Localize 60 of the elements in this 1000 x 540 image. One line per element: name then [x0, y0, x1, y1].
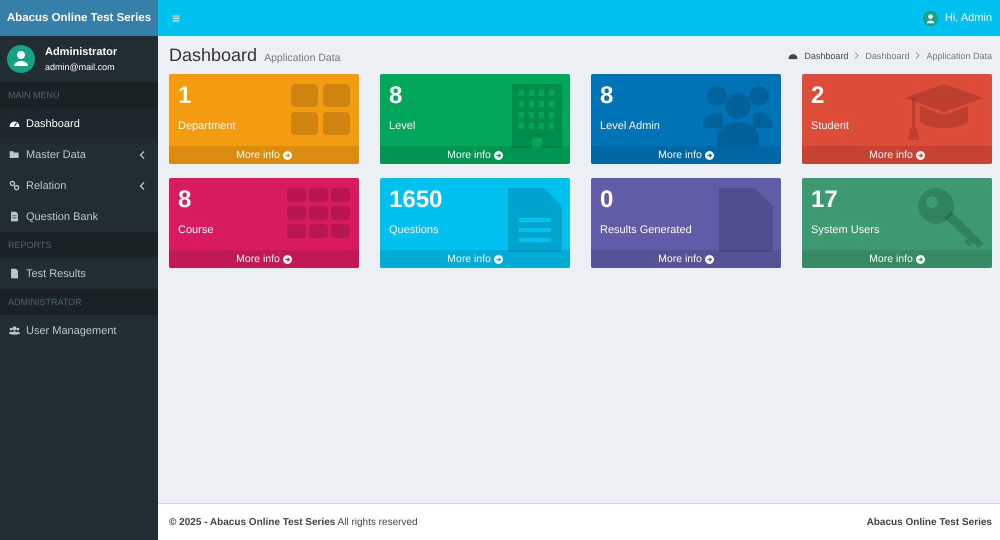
- avatar-icon: [7, 45, 35, 73]
- user-name: Administrator: [45, 46, 118, 58]
- stat-count: 2: [811, 82, 824, 110]
- arrow-circle-icon: [916, 254, 925, 264]
- stat-label: Department: [178, 120, 236, 132]
- sidebar-section-header: REPORTS: [0, 232, 158, 258]
- more-info-link[interactable]: More info: [169, 250, 359, 268]
- stat-label: Level Admin: [600, 120, 660, 132]
- users-icon: [703, 84, 773, 146]
- arrow-circle-icon: [282, 150, 292, 160]
- breadcrumb-item[interactable]: Dashboard: [865, 50, 910, 60]
- stat-label: Level: [389, 120, 416, 132]
- more-info-link[interactable]: More info: [591, 250, 781, 268]
- building-icon: [512, 84, 562, 148]
- stat-count: 8: [178, 186, 192, 214]
- footer-brand: Abacus Online Test Series: [866, 516, 992, 528]
- breadcrumb-item[interactable]: Application Data: [926, 50, 992, 60]
- stat-count: 8: [600, 82, 614, 110]
- graduation-cap-icon: [904, 84, 984, 140]
- stat-count: 8: [389, 82, 402, 110]
- file-icon: [719, 188, 773, 252]
- document-icon: [508, 188, 562, 252]
- stat-label: Course: [178, 224, 214, 236]
- stat-label: Questions: [389, 224, 439, 236]
- arrow-circle-icon: [494, 150, 503, 160]
- users-icon: [9, 325, 20, 336]
- more-info-link[interactable]: More info: [802, 250, 992, 268]
- stat-label: Student: [811, 120, 849, 132]
- stat-count: 0: [600, 186, 614, 214]
- arrow-circle-icon: [282, 254, 292, 264]
- stat-count: 1: [178, 82, 192, 110]
- folder-icon: [9, 149, 20, 160]
- stat-count: 17: [811, 186, 838, 214]
- user-icon: [922, 10, 938, 26]
- more-info-link[interactable]: More info: [802, 146, 992, 164]
- user-email: admin@mail.com: [45, 62, 116, 72]
- sidebar-section-header: MAIN MENU: [0, 82, 158, 108]
- page-subtitle: Application Data: [264, 52, 341, 64]
- chevron-right-icon: [854, 52, 860, 59]
- arrow-circle-icon: [494, 254, 503, 264]
- arrow-circle-icon: [704, 150, 714, 160]
- key-icon: [918, 188, 984, 248]
- copyright-text: © 2025 - Abacus Online Test Series All rights reserved: [169, 516, 418, 528]
- grid-icon: [291, 84, 351, 136]
- more-info-link[interactable]: More info: [380, 146, 570, 164]
- sidebar-section-header: ADMINISTRATOR: [0, 289, 158, 315]
- arrow-circle-icon: [704, 254, 714, 264]
- chevron-right-icon: [915, 52, 920, 59]
- grid-icon: [287, 188, 351, 238]
- document-icon: [9, 211, 20, 222]
- sidebar-item[interactable]: Dashboard: [0, 108, 158, 139]
- link-icon: [9, 180, 20, 191]
- page-title: Dashboard: [169, 45, 258, 66]
- breadcrumb-item[interactable]: Dashboard: [804, 50, 848, 60]
- stat-label: Results Generated: [600, 224, 692, 236]
- stat-count: 1650: [389, 186, 442, 214]
- app-brand[interactable]: Abacus Online Test Series: [0, 0, 158, 36]
- file-icon: [9, 268, 20, 279]
- stat-label: System Users: [811, 224, 880, 236]
- arrow-circle-icon: [916, 150, 925, 160]
